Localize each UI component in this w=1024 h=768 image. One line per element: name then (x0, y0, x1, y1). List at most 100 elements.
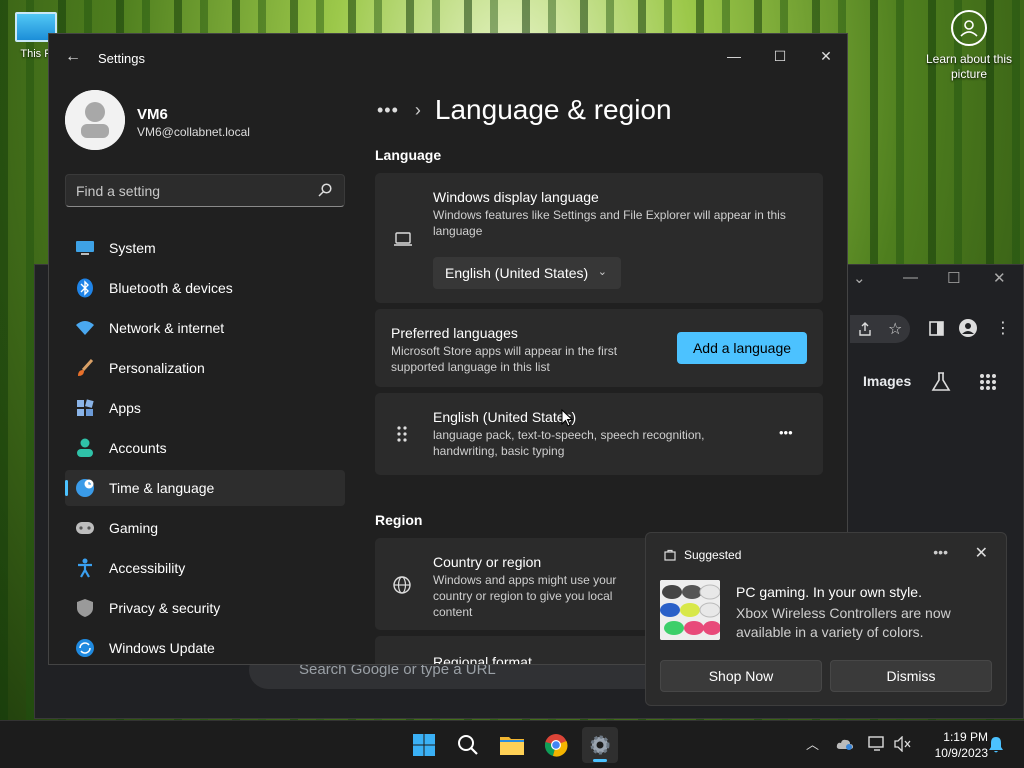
shield-icon (75, 598, 95, 618)
notification-more-button[interactable]: ••• (933, 544, 948, 560)
taskbar-search-button[interactable] (450, 727, 486, 763)
card-description: Windows features like Settings and File … (433, 208, 786, 238)
camera-info-icon (951, 10, 987, 46)
back-arrow-icon[interactable]: ← (65, 48, 81, 66)
windows-logo-icon (413, 734, 435, 756)
sidebar-item-label: Accounts (109, 440, 167, 456)
dismiss-button[interactable]: Dismiss (830, 660, 992, 692)
clock-date: 10/9/2023 (934, 746, 988, 760)
side-panel-icon[interactable] (929, 321, 944, 336)
sidebar-item-system[interactable]: System (65, 230, 345, 266)
maximize-button[interactable]: ☐ (757, 40, 803, 72)
sidebar-item-label: Accessibility (109, 560, 186, 576)
search-icon[interactable] (318, 183, 332, 197)
display-language-card: Windows display language Windows feature… (375, 173, 823, 303)
sidebar-item-label: Windows Update (109, 640, 215, 656)
card-title: Regional format (433, 654, 532, 665)
sidebar-item-time-language[interactable]: Time & language (65, 470, 345, 506)
sidebar-item-accounts[interactable]: Accounts (65, 430, 345, 466)
page-title: Language & region (434, 94, 672, 125)
close-button[interactable]: ✕ (803, 40, 847, 72)
suggested-notification[interactable]: Suggested ••• ✕ PC gaming. In your own s… (645, 532, 1007, 706)
breadcrumb: ••• › Language & region (377, 94, 672, 126)
laptop-icon (394, 232, 412, 246)
search-icon (458, 735, 478, 755)
clock[interactable]: 1:19 PM 10/9/2023 (918, 729, 988, 761)
find-setting-search[interactable] (65, 174, 345, 207)
avatar[interactable] (65, 90, 125, 150)
images-link[interactable]: Images (863, 373, 911, 389)
card-description: Windows and apps might use your country … (433, 573, 617, 619)
card-description: language pack, text-to-speech, speech re… (433, 428, 705, 458)
volume-muted-icon[interactable] (894, 736, 912, 752)
add-language-button[interactable]: Add a language (677, 332, 807, 364)
minimize-icon[interactable]: — (903, 269, 918, 286)
chevron-up-icon[interactable]: ︿ (806, 734, 819, 753)
close-icon[interactable]: ✕ (975, 543, 988, 563)
chevron-down-icon: ⌄ (597, 266, 607, 278)
notification-bell-icon[interactable] (988, 736, 1004, 754)
chevron-right-icon: › (414, 99, 421, 120)
profile-icon[interactable] (958, 318, 978, 338)
installed-language-row[interactable]: English (United States) language pack, t… (375, 393, 823, 475)
chrome-icon (544, 734, 568, 757)
search-input[interactable] (66, 175, 306, 206)
sidebar-item-accessibility[interactable]: Accessibility (65, 550, 345, 586)
gear-icon (590, 735, 610, 755)
onedrive-icon[interactable] (836, 737, 854, 751)
chrome-button[interactable] (538, 727, 574, 763)
language-options-button[interactable]: ••• (779, 425, 793, 440)
system-icon (75, 238, 95, 258)
sidebar-item-bluetooth[interactable]: Bluetooth & devices (65, 270, 345, 306)
learn-about-picture[interactable]: Learn about this picture (924, 10, 1014, 82)
globe-clock-icon (75, 478, 95, 498)
chevron-down-icon[interactable]: ⌄ (853, 269, 866, 287)
title-bar: ← Settings — ☐ ✕ (49, 34, 847, 82)
sidebar-item-privacy[interactable]: Privacy & security (65, 590, 345, 626)
sidebar-item-label: Personalization (109, 360, 205, 376)
sidebar-item-label: Time & language (109, 480, 215, 496)
notification-title: PC gaming. In your own style. (736, 584, 922, 600)
star-icon[interactable]: ☆ (888, 319, 902, 339)
sidebar-item-label: System (109, 240, 156, 256)
update-icon (75, 638, 95, 658)
sidebar-item-gaming[interactable]: Gaming (65, 510, 345, 546)
share-icon[interactable] (857, 321, 873, 337)
close-icon[interactable]: ✕ (993, 269, 1006, 287)
file-explorer-button[interactable] (494, 727, 530, 763)
sidebar-item-windows-update[interactable]: Windows Update (65, 630, 345, 664)
card-description: Microsoft Store apps will appear in the … (391, 344, 618, 374)
wifi-icon (75, 318, 95, 338)
sidebar-item-personalization[interactable]: Personalization (65, 350, 345, 386)
dropdown-value: English (United States) (445, 265, 589, 281)
breadcrumb-overflow-button[interactable]: ••• (377, 100, 399, 121)
shop-now-button[interactable]: Shop Now (660, 660, 822, 692)
brush-icon (75, 358, 95, 378)
display-language-dropdown[interactable]: English (United States) ⌄ (433, 257, 621, 289)
notification-body: Xbox Wireless Controllers are now availa… (736, 605, 951, 640)
network-icon[interactable] (868, 736, 886, 752)
start-button[interactable] (406, 727, 442, 763)
globe-icon (393, 576, 411, 594)
sidebar-item-apps[interactable]: Apps (65, 390, 345, 426)
sidebar-item-label: Privacy & security (109, 600, 221, 616)
sidebar-item-network[interactable]: Network & internet (65, 310, 345, 346)
maximize-icon[interactable]: ☐ (947, 269, 960, 287)
profile-name: VM6 (137, 106, 168, 123)
minimize-button[interactable]: — (711, 40, 757, 72)
accessibility-icon (75, 558, 95, 578)
profile-email: VM6@collabnet.local (137, 125, 250, 139)
kebab-menu-icon[interactable]: ⋮ (995, 318, 1011, 338)
drag-handle-icon[interactable] (397, 426, 407, 442)
taskbar: ︿ 1:19 PM 10/9/2023 (0, 720, 1024, 768)
store-icon (664, 549, 676, 561)
apps-grid-icon[interactable] (979, 373, 997, 391)
labs-flask-icon[interactable] (930, 371, 952, 393)
folder-icon (500, 737, 524, 755)
person-icon (75, 438, 95, 458)
notification-source: Suggested (684, 548, 742, 562)
window-title: Settings (98, 51, 145, 66)
settings-app-button[interactable] (582, 727, 618, 763)
notification-header: Suggested (664, 548, 741, 562)
sidebar-item-label: Gaming (109, 520, 159, 536)
